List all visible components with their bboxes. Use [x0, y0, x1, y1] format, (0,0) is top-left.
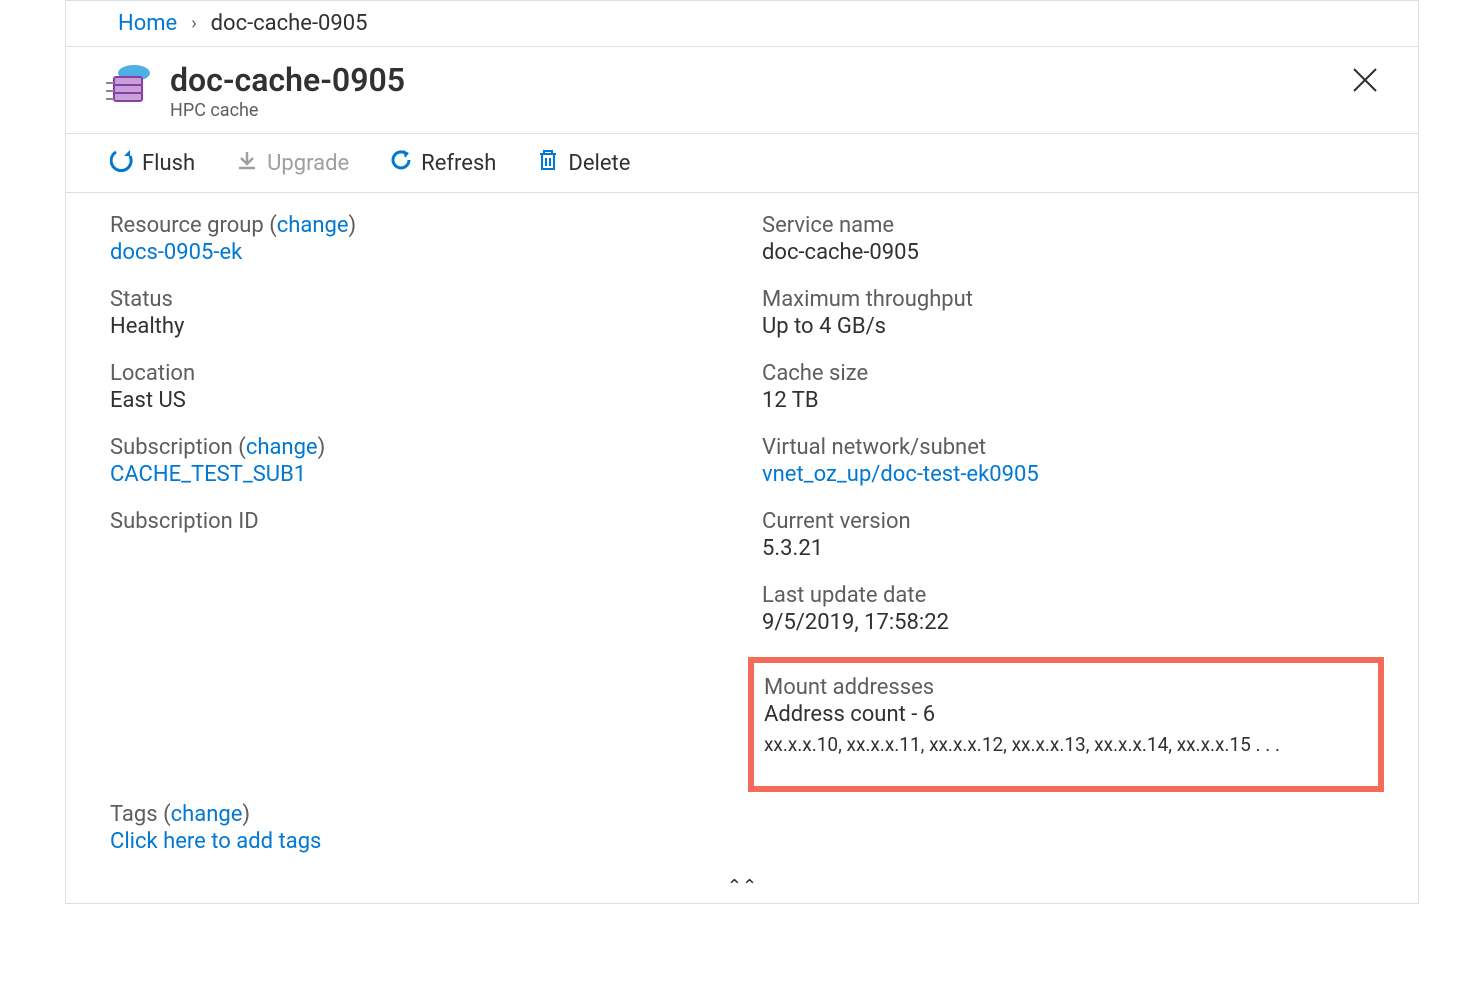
status-label: Status — [110, 287, 722, 312]
subscription-change-link[interactable]: change — [246, 435, 318, 460]
refresh-icon — [389, 148, 413, 178]
vnet-field: Virtual network/subnet vnet_oz_up/doc-te… — [762, 435, 1374, 487]
subscription-field: Subscription (change) CACHE_TEST_SUB1 — [110, 435, 722, 487]
subscription-id-field: Subscription ID — [110, 509, 722, 534]
subscription-label: Subscription — [110, 435, 233, 460]
upgrade-button: Upgrade — [235, 148, 349, 178]
chevron-up-double-icon: ⌃⌃ — [727, 876, 757, 897]
cache-size-label: Cache size — [762, 361, 1374, 386]
refresh-label: Refresh — [421, 151, 496, 176]
tags-field: Tags (change) Click here to add tags — [66, 802, 1418, 874]
subscription-value-link[interactable]: CACHE_TEST_SUB1 — [110, 462, 306, 487]
last-update-field: Last update date 9/5/2019, 17:58:22 — [762, 583, 1374, 635]
chevron-right-icon: › — [191, 13, 196, 34]
details-right-column: Service name doc-cache-0905 Maximum thro… — [762, 213, 1374, 792]
collapse-toggle[interactable]: ⌃⌃ — [66, 874, 1418, 903]
delete-label: Delete — [568, 151, 630, 176]
status-value: Healthy — [110, 314, 722, 339]
vnet-label: Virtual network/subnet — [762, 435, 1374, 460]
page-title: doc-cache-0905 — [170, 63, 405, 98]
location-value: East US — [110, 388, 722, 413]
current-version-label: Current version — [762, 509, 1374, 534]
toolbar: Flush Upgrade Refresh Delete — [66, 134, 1418, 193]
page-container: Home › doc-cache-0905 doc-cache-0905 HPC… — [65, 0, 1419, 904]
upgrade-label: Upgrade — [267, 151, 349, 176]
resource-group-label: Resource group — [110, 213, 264, 238]
flush-label: Flush — [142, 151, 195, 176]
service-name-field: Service name doc-cache-0905 — [762, 213, 1374, 265]
last-update-value: 9/5/2019, 17:58:22 — [762, 610, 1374, 635]
service-name-value: doc-cache-0905 — [762, 240, 1374, 265]
details-section: Resource group (change) docs-0905-ek Sta… — [66, 193, 1418, 802]
max-throughput-value: Up to 4 GB/s — [762, 314, 1374, 339]
tags-change-link[interactable]: change — [171, 802, 243, 827]
cache-size-value: 12 TB — [762, 388, 1374, 413]
vnet-value-link[interactable]: vnet_oz_up/doc-test-ek0905 — [762, 462, 1039, 487]
max-throughput-label: Maximum throughput — [762, 287, 1374, 312]
details-left-column: Resource group (change) docs-0905-ek Sta… — [110, 213, 722, 792]
location-field: Location East US — [110, 361, 722, 413]
resource-group-value-link[interactable]: docs-0905-ek — [110, 240, 242, 265]
header: doc-cache-0905 HPC cache — [66, 47, 1418, 134]
breadcrumb-current: doc-cache-0905 — [211, 11, 368, 36]
service-name-label: Service name — [762, 213, 1374, 238]
delete-icon — [536, 148, 560, 178]
breadcrumb-home-link[interactable]: Home — [118, 11, 177, 36]
current-version-field: Current version 5.3.21 — [762, 509, 1374, 561]
max-throughput-field: Maximum throughput Up to 4 GB/s — [762, 287, 1374, 339]
upgrade-icon — [235, 148, 259, 178]
page-subtitle: HPC cache — [170, 100, 405, 121]
mount-addresses-list: xx.x.x.10, xx.x.x.11, xx.x.x.12, xx.x.x.… — [764, 733, 1368, 756]
flush-icon — [110, 148, 134, 178]
last-update-label: Last update date — [762, 583, 1374, 608]
delete-button[interactable]: Delete — [536, 148, 630, 178]
subscription-id-label: Subscription ID — [110, 509, 722, 534]
resource-group-change-link[interactable]: change — [277, 213, 349, 238]
breadcrumb: Home › doc-cache-0905 — [66, 1, 1418, 47]
tags-add-link[interactable]: Click here to add tags — [110, 829, 1374, 854]
tags-label: Tags — [110, 802, 158, 827]
close-icon[interactable] — [1352, 63, 1378, 99]
flush-button[interactable]: Flush — [110, 148, 195, 178]
refresh-button[interactable]: Refresh — [389, 148, 496, 178]
cache-size-field: Cache size 12 TB — [762, 361, 1374, 413]
mount-addresses-highlight: Mount addresses Address count - 6 xx.x.x… — [748, 657, 1384, 792]
hpc-cache-icon — [106, 63, 154, 112]
mount-addresses-label: Mount addresses — [764, 675, 1368, 700]
mount-addresses-field: Mount addresses Address count - 6 xx.x.x… — [764, 675, 1368, 756]
mount-addresses-count: Address count - 6 — [764, 702, 1368, 727]
status-field: Status Healthy — [110, 287, 722, 339]
location-label: Location — [110, 361, 722, 386]
resource-group-field: Resource group (change) docs-0905-ek — [110, 213, 722, 265]
current-version-value: 5.3.21 — [762, 536, 1374, 561]
